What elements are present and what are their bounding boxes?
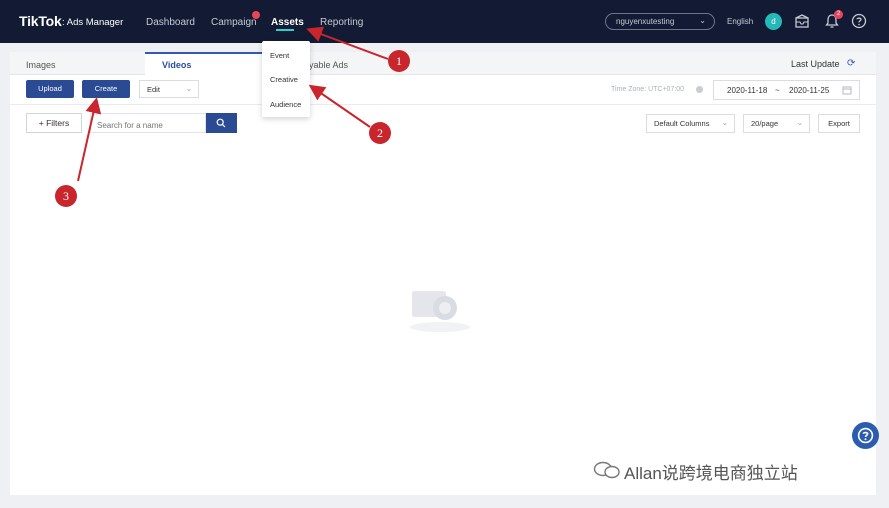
edit-dropdown[interactable]: Edit ⌄ xyxy=(139,80,199,98)
edit-label: Edit xyxy=(147,85,160,94)
nav-dashboard[interactable]: Dashboard xyxy=(146,17,195,28)
create-button[interactable]: Create xyxy=(82,80,130,98)
menu-item-event[interactable]: Event xyxy=(270,51,289,60)
help-circle-icon[interactable] xyxy=(851,13,867,29)
calendar-icon xyxy=(842,86,852,95)
inbox-icon[interactable] xyxy=(794,13,810,29)
tiktok-logo[interactable]: TikTok xyxy=(19,13,62,29)
nav-reporting[interactable]: Reporting xyxy=(320,17,363,28)
campaign-badge xyxy=(252,11,260,19)
question-icon xyxy=(857,427,874,444)
chevron-down-icon: ⌄ xyxy=(185,84,192,93)
date-separator: ~ xyxy=(775,86,780,95)
top-navigation-bar xyxy=(0,0,889,43)
empty-state-icon xyxy=(410,291,470,332)
annotation-badge-3: 3 xyxy=(55,185,77,207)
date-start: 2020-11-18 xyxy=(727,86,768,95)
menu-item-audience[interactable]: Audience xyxy=(270,100,301,109)
last-update-label: Last Update xyxy=(791,59,840,69)
refresh-icon[interactable]: ⟳ xyxy=(847,58,855,69)
watermark-text: Allan说跨境电商独立站 xyxy=(624,464,798,483)
nav-assets[interactable]: Assets xyxy=(271,17,304,28)
chevron-down-icon: ⌄ xyxy=(699,16,706,25)
annotation-badge-1: 1 xyxy=(388,50,410,72)
chevron-down-icon: ⌄ xyxy=(721,118,728,127)
upload-button[interactable]: Upload xyxy=(26,80,74,98)
asset-tabs xyxy=(10,52,876,75)
account-name: nguyenxutesting xyxy=(616,17,675,26)
date-end: 2020-11-25 xyxy=(789,86,830,95)
account-selector[interactable]: nguyenxutesting ⌄ xyxy=(605,13,715,30)
columns-label: Default Columns xyxy=(654,119,710,128)
export-button[interactable]: Export xyxy=(818,114,860,133)
timezone-label: Time Zone: UTC+07:00 xyxy=(611,86,685,93)
page-size-label: 20/page xyxy=(751,119,779,128)
filters-button[interactable]: + Filters xyxy=(26,113,82,133)
annotation-badge-2: 2 xyxy=(369,122,391,144)
columns-select[interactable]: Default Columns ⌄ xyxy=(646,114,735,133)
search-button[interactable] xyxy=(206,113,237,133)
date-range-picker[interactable]: 2020-11-18 ~ 2020-11-25 xyxy=(713,80,860,100)
search-icon xyxy=(216,118,226,128)
chevron-down-icon: ⌄ xyxy=(796,118,803,127)
page-size-select[interactable]: 20/page ⌄ xyxy=(743,114,810,133)
tab-videos[interactable]: Videos xyxy=(162,60,191,70)
menu-item-creative[interactable]: Creative xyxy=(270,75,298,84)
avatar[interactable]: d xyxy=(765,13,782,30)
nav-campaign[interactable]: Campaign xyxy=(211,17,257,28)
help-button[interactable] xyxy=(852,422,879,449)
search-input[interactable] xyxy=(90,113,206,133)
nav-active-indicator xyxy=(276,29,294,31)
notification-badge: 2 xyxy=(834,10,843,19)
info-icon xyxy=(696,86,703,93)
wechat-icon xyxy=(593,461,620,479)
tab-images[interactable]: Images xyxy=(26,60,56,70)
divider xyxy=(10,104,876,105)
ads-manager-label: : Ads Manager xyxy=(62,17,124,28)
language-selector[interactable]: English xyxy=(727,17,753,26)
